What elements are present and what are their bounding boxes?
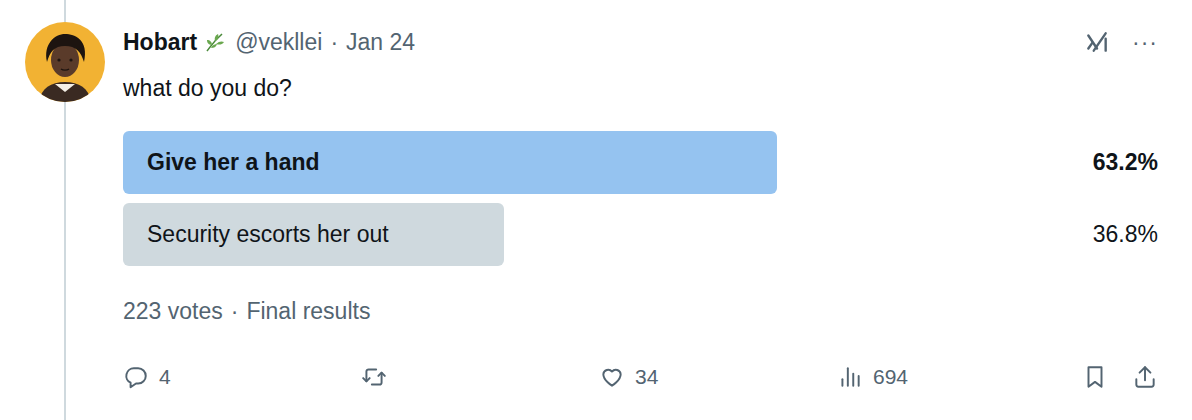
retweet-button[interactable] (361, 364, 599, 390)
thread-column (25, 0, 105, 420)
leaf-icon (203, 30, 227, 54)
tweet-meta: @vekllei·Jan 24 (235, 26, 415, 58)
tweet-date[interactable]: Jan 24 (346, 26, 415, 58)
poll-footer: 223 votes ·Final results (123, 296, 1158, 326)
retweet-icon (361, 364, 387, 390)
poll-bar: Give her a hand (123, 131, 777, 194)
avatar-icon (25, 22, 105, 102)
share-icon (1132, 364, 1158, 390)
poll: Give her a hand 63.2% Security escorts her… (123, 131, 1158, 266)
like-button[interactable]: 34 (599, 361, 837, 393)
reply-count: 4 (159, 361, 171, 393)
thread-line (64, 0, 66, 22)
poll-option-label: Security escorts her out (147, 217, 389, 252)
reply-icon (123, 364, 149, 390)
poll-option-label: Give her a hand (147, 145, 320, 180)
poll-option: Security escorts her out 36.8% (123, 203, 1158, 266)
author: Hobart @vekllei·Jan 24 (123, 26, 1084, 58)
like-count: 34 (635, 361, 658, 393)
action-bar: 4 34 694 (123, 361, 1158, 393)
tweet-body: Hobart@vekllei·Jan 24···what do you do?G… (123, 0, 1158, 420)
more-button[interactable]: ··· (1132, 26, 1158, 58)
bookmark-button[interactable] (1082, 364, 1108, 390)
views-icon (837, 364, 863, 390)
separator: · (231, 296, 239, 326)
poll-status: Final results (246, 296, 370, 326)
views-count: 694 (873, 361, 908, 393)
tweet-tools: ··· (1084, 26, 1158, 58)
author-handle[interactable]: @vekllei (235, 26, 322, 58)
author-name[interactable]: Hobart (123, 26, 197, 58)
tweet-text: what do you do? (123, 72, 1158, 104)
avatar[interactable] (25, 22, 105, 102)
poll-bar: Security escorts her out (123, 203, 504, 266)
poll-percent: 63.2% (1081, 145, 1158, 180)
vote-count: 223 votes (123, 296, 223, 326)
tweet-header: Hobart @vekllei·Jan 24 ··· (123, 26, 1158, 58)
poll-percent: 36.8% (1081, 217, 1158, 252)
share-button[interactable] (1132, 364, 1158, 390)
tweet: Hobart@vekllei·Jan 24···what do you do?G… (0, 0, 1192, 420)
reply-button[interactable]: 4 (123, 361, 361, 393)
bookmark-icon (1082, 364, 1108, 390)
grok-icon[interactable] (1084, 29, 1110, 55)
separator: · (330, 26, 338, 58)
poll-option: Give her a hand 63.2% (123, 131, 1158, 194)
heart-icon (599, 364, 625, 390)
views-button[interactable]: 694 (837, 361, 1082, 393)
thread-line (64, 102, 66, 420)
